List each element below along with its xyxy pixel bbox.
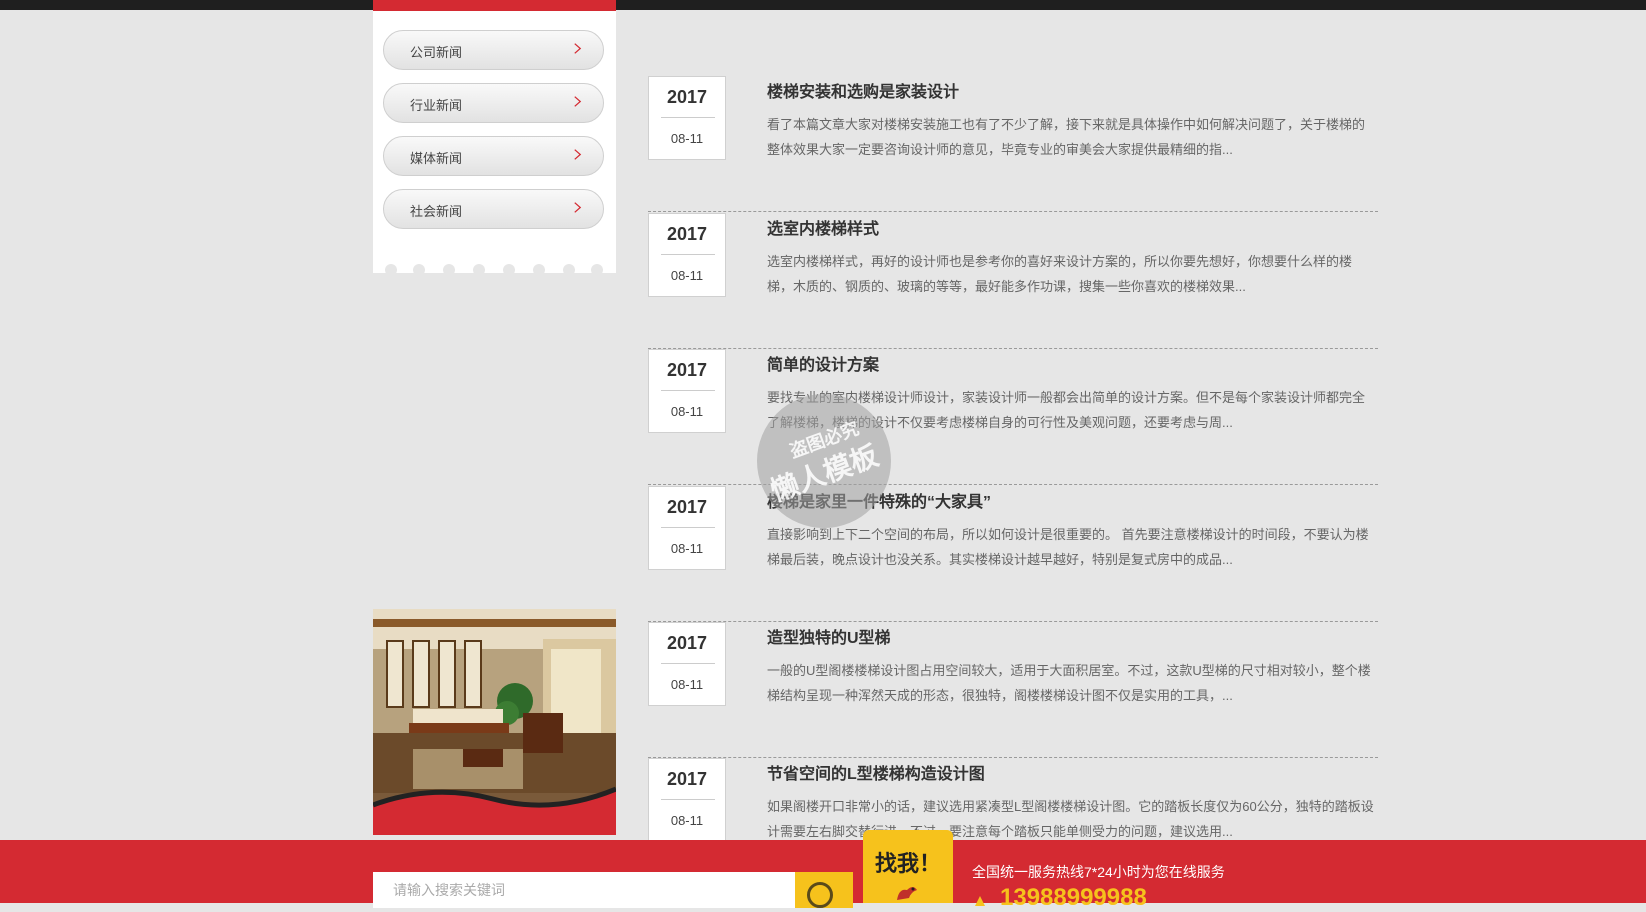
news-item[interactable]: 2017 08-11 楼梯安装和选购是家装设计 看了本篇文章大家对楼梯安装施工也… bbox=[648, 76, 1378, 212]
chevron-right-icon bbox=[574, 96, 582, 107]
hotline-number: 13988999988 bbox=[1000, 884, 1147, 911]
date-box: 2017 08-11 bbox=[648, 76, 726, 160]
find-me-badge: 找我！ bbox=[863, 830, 953, 903]
sidebar-item-company-news[interactable]: 公司新闻 bbox=[383, 30, 604, 70]
news-date: 08-11 bbox=[670, 131, 704, 146]
date-box: 2017 08-11 bbox=[648, 486, 726, 570]
sidebar-item-label: 媒体新闻 bbox=[410, 151, 463, 166]
news-summary: 直接影响到上下二个空间的布局，所以如何设计是很重要的。 首先要注意楼梯设计的时间… bbox=[767, 527, 1369, 567]
news-summary: 要找专业的室内楼梯设计师设计，家装设计师一般都会出简单的设计方案。但不是每个家装… bbox=[767, 390, 1366, 430]
news-year: 2017 bbox=[666, 769, 708, 789]
news-title-link[interactable]: 节省空间的L型楼梯构造设计图 bbox=[767, 760, 1367, 784]
date-divider bbox=[661, 527, 715, 528]
top-bar bbox=[0, 0, 1646, 10]
chevron-right-icon bbox=[574, 43, 582, 54]
news-date: 08-11 bbox=[670, 813, 704, 828]
news-item[interactable]: 2017 08-11 造型独特的U型梯 一般的U型阁楼楼梯设计图占用空间较大，适… bbox=[648, 622, 1378, 758]
news-summary: 选室内楼梯样式，再好的设计师也是参考你的喜好来设计方案的，所以你要先想好，你想要… bbox=[767, 254, 1353, 294]
news-date: 08-11 bbox=[670, 677, 704, 692]
news-title-link[interactable]: 楼梯安装和选购是家装设计 bbox=[767, 78, 1367, 102]
sidebar-item-label: 社会新闻 bbox=[410, 204, 463, 219]
news-title-link[interactable]: 楼梯是家里一件特殊的“大家具” bbox=[767, 488, 1367, 512]
dashed-divider bbox=[648, 484, 1378, 485]
dashed-divider bbox=[648, 211, 1378, 212]
news-year: 2017 bbox=[666, 224, 708, 244]
date-divider bbox=[661, 799, 715, 800]
news-item[interactable]: 2017 08-11 楼梯是家里一件特殊的“大家具” 直接影响到上下二个空间的布… bbox=[648, 486, 1378, 622]
date-box: 2017 08-11 bbox=[648, 622, 726, 706]
sidebar-item-media-news[interactable]: 媒体新闻 bbox=[383, 136, 604, 176]
sidebar-item-label: 公司新闻 bbox=[410, 45, 463, 60]
news-year: 2017 bbox=[666, 633, 708, 653]
news-summary: 看了本篇文章大家对楼梯安装施工也有了不少了解，接下来就是具体操作中如何解决问题了… bbox=[767, 117, 1366, 157]
sidebar-item-industry-news[interactable]: 行业新闻 bbox=[383, 83, 604, 123]
date-divider bbox=[661, 390, 715, 391]
rooster-icon bbox=[897, 887, 917, 900]
date-box: 2017 08-11 bbox=[648, 349, 726, 433]
search-icon bbox=[807, 882, 833, 908]
news-year: 2017 bbox=[666, 497, 708, 517]
sidebar-top-accent bbox=[373, 0, 616, 11]
sidebar-item-social-news[interactable]: 社会新闻 bbox=[383, 189, 604, 229]
date-box: 2017 08-11 bbox=[648, 213, 726, 297]
news-summary: 一般的U型阁楼楼梯设计图占用空间较大，适用于大面积居室。不过，这款U型梯的尺寸相… bbox=[767, 663, 1371, 703]
news-item[interactable]: 2017 08-11 选室内楼梯样式 选室内楼梯样式，再好的设计师也是参考你的喜… bbox=[648, 213, 1378, 349]
hotline-label: 全国统一服务热线7*24小时为您在线服务 bbox=[972, 864, 1225, 880]
chevron-right-icon bbox=[574, 202, 582, 213]
phone-icon bbox=[975, 896, 985, 906]
living-room-image bbox=[373, 609, 616, 835]
date-divider bbox=[661, 663, 715, 664]
news-title-link[interactable]: 选室内楼梯样式 bbox=[767, 215, 1367, 239]
date-divider bbox=[661, 254, 715, 255]
scalloped-edge bbox=[373, 264, 616, 282]
news-category-sidebar: 公司新闻 行业新闻 媒体新闻 社会新闻 bbox=[373, 11, 616, 276]
find-me-text: 找我！ bbox=[874, 851, 941, 876]
news-title-link[interactable]: 简单的设计方案 bbox=[767, 351, 1367, 375]
date-divider bbox=[661, 117, 715, 118]
news-date: 08-11 bbox=[670, 404, 704, 419]
news-summary: 如果阁楼开口非常小的话，建议选用紧凑型L型阁楼楼梯设计图。它的踏板长度仅为60公… bbox=[767, 799, 1374, 839]
news-year: 2017 bbox=[666, 87, 708, 107]
news-year: 2017 bbox=[666, 360, 708, 380]
date-box: 2017 08-11 bbox=[648, 758, 726, 842]
news-item[interactable]: 2017 08-11 简单的设计方案 要找专业的室内楼梯设计师设计，家装设计师一… bbox=[648, 349, 1378, 485]
news-title-link[interactable]: 造型独特的U型梯 bbox=[767, 624, 1367, 648]
news-date: 08-11 bbox=[670, 268, 704, 283]
sidebar-item-label: 行业新闻 bbox=[410, 98, 463, 113]
chevron-right-icon bbox=[574, 149, 582, 160]
news-date: 08-11 bbox=[670, 541, 704, 556]
